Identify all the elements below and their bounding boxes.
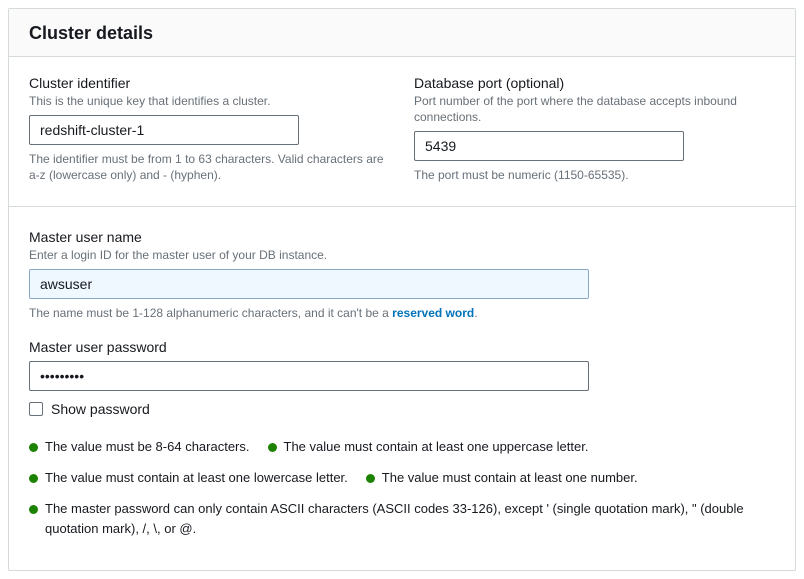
cluster-identifier-field: Cluster identifier This is the unique ke… xyxy=(29,75,390,184)
database-port-label: Database port (optional) xyxy=(414,75,775,91)
rule-line-3: The master password can only contain ASC… xyxy=(29,499,775,541)
rule-2: The value must contain at least one uppe… xyxy=(268,437,589,458)
check-icon xyxy=(29,474,38,483)
cluster-details-panel: Cluster details Cluster identifier This … xyxy=(8,8,796,571)
panel-title: Cluster details xyxy=(29,23,775,44)
rule-3-text: The value must contain at least one lowe… xyxy=(45,468,348,489)
rule-1: The value must be 8-64 characters. xyxy=(29,437,250,458)
master-user-name-input[interactable] xyxy=(29,269,589,299)
rule-1-text: The value must be 8-64 characters. xyxy=(45,437,250,458)
master-user-name-hint-post: . xyxy=(474,306,477,320)
check-icon xyxy=(366,474,375,483)
password-rules: The value must be 8-64 characters. The v… xyxy=(29,437,775,540)
database-port-input[interactable] xyxy=(414,131,684,161)
cluster-identifier-desc: This is the unique key that identifies a… xyxy=(29,93,390,109)
panel-header: Cluster details xyxy=(9,9,795,57)
master-user-name-hint: The name must be 1-128 alphanumeric char… xyxy=(29,305,775,321)
check-icon xyxy=(29,505,38,514)
show-password-row: Show password xyxy=(29,401,775,417)
database-port-field: Database port (optional) Port number of … xyxy=(414,75,775,184)
master-user-password-input[interactable] xyxy=(29,361,589,391)
show-password-label: Show password xyxy=(51,401,150,417)
divider xyxy=(9,206,795,207)
master-user-name-desc: Enter a login ID for the master user of … xyxy=(29,247,775,263)
rule-2-text: The value must contain at least one uppe… xyxy=(284,437,589,458)
panel-body: Cluster identifier This is the unique ke… xyxy=(9,57,795,570)
database-port-desc: Port number of the port where the databa… xyxy=(414,93,775,125)
cluster-identifier-input[interactable] xyxy=(29,115,299,145)
master-user-name-field: Master user name Enter a login ID for th… xyxy=(29,229,775,321)
rule-5-text: The master password can only contain ASC… xyxy=(45,499,765,541)
rule-5: The master password can only contain ASC… xyxy=(29,499,765,541)
rule-4-text: The value must contain at least one numb… xyxy=(382,468,638,489)
master-user-password-field: Master user password Show password xyxy=(29,339,775,417)
check-icon xyxy=(29,443,38,452)
master-user-password-label: Master user password xyxy=(29,339,775,355)
master-user-name-label: Master user name xyxy=(29,229,775,245)
master-user-name-hint-pre: The name must be 1-128 alphanumeric char… xyxy=(29,306,392,320)
cluster-identifier-label: Cluster identifier xyxy=(29,75,390,91)
top-row: Cluster identifier This is the unique ke… xyxy=(29,75,775,184)
database-port-hint: The port must be numeric (1150-65535). xyxy=(414,167,775,183)
reserved-word-link[interactable]: reserved word xyxy=(392,306,474,320)
rule-3: The value must contain at least one lowe… xyxy=(29,468,348,489)
rule-line-1: The value must be 8-64 characters. The v… xyxy=(29,437,775,458)
show-password-checkbox[interactable] xyxy=(29,402,43,416)
check-icon xyxy=(268,443,277,452)
rule-4: The value must contain at least one numb… xyxy=(366,468,638,489)
rule-line-2: The value must contain at least one lowe… xyxy=(29,468,775,489)
cluster-identifier-hint: The identifier must be from 1 to 63 char… xyxy=(29,151,390,183)
